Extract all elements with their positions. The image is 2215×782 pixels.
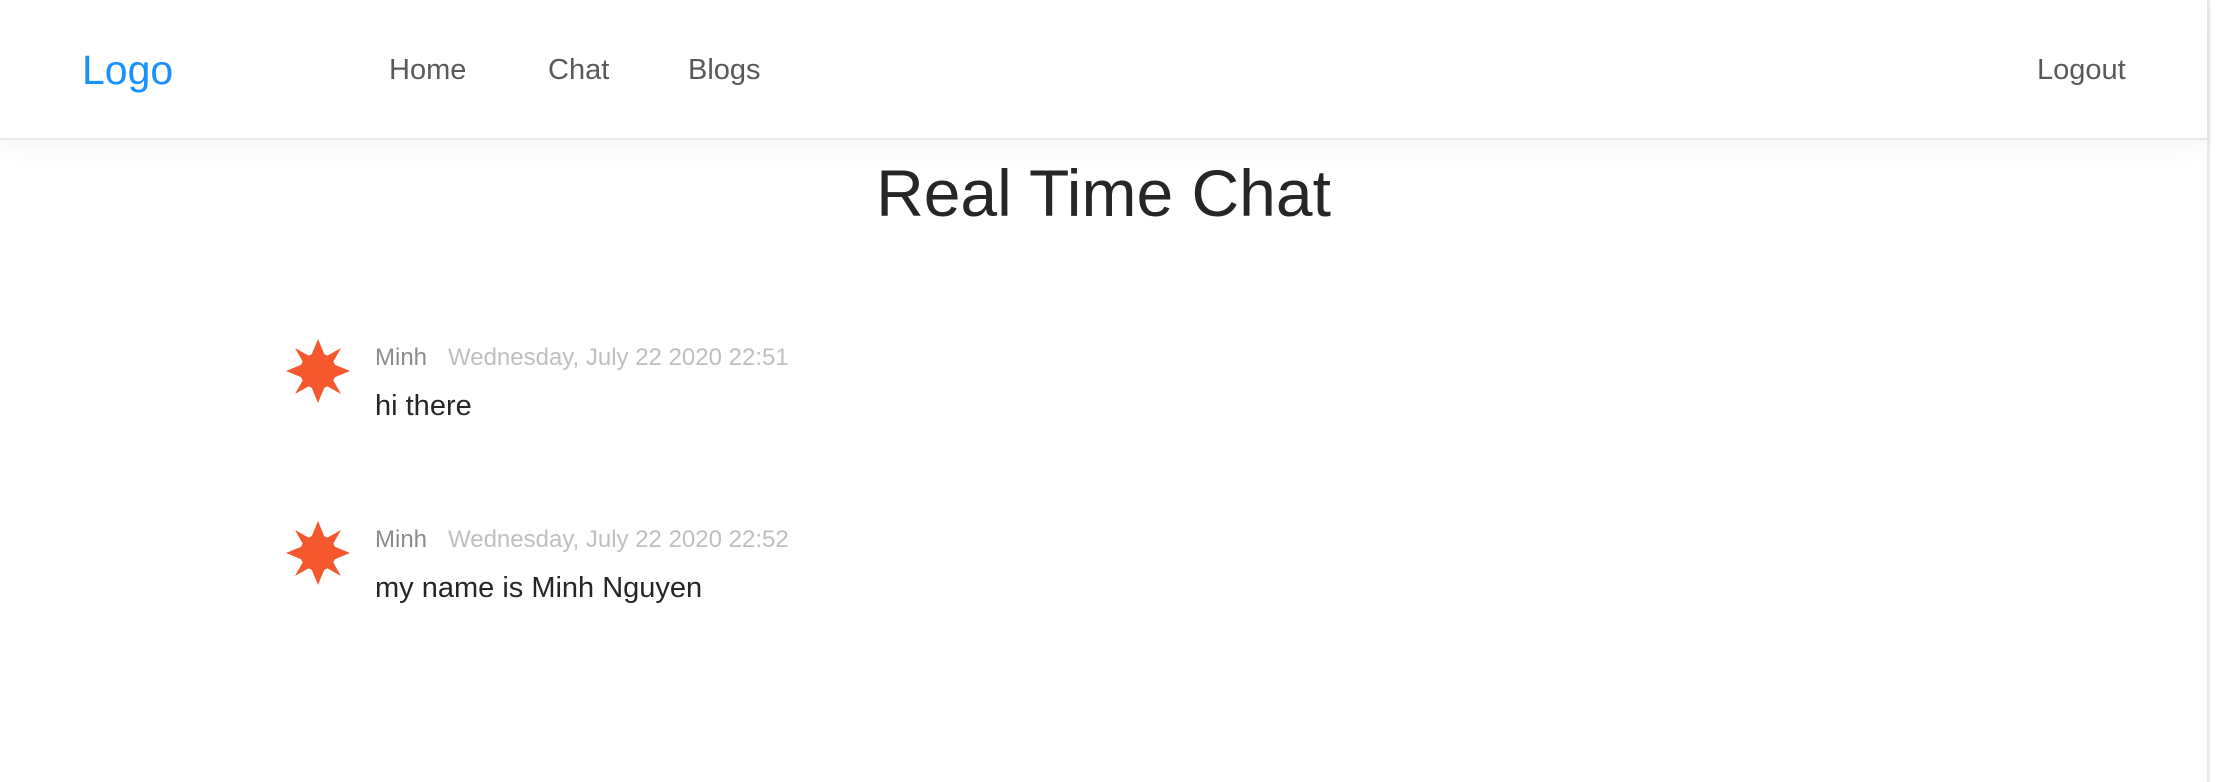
logout-button[interactable]: Logout [2037, 50, 2126, 90]
nav-item-chat[interactable]: Chat [548, 50, 609, 90]
message-timestamp: Wednesday, July 22 2020 22:51 [448, 344, 789, 371]
message-author: Minh [375, 344, 428, 371]
avatar-sun-icon [286, 521, 350, 585]
logo-link[interactable]: Logo [82, 44, 173, 96]
message-content: my name is Minh Nguyen [375, 572, 703, 604]
page-title: Real Time Chat [876, 156, 1331, 230]
avatar-icon[interactable] [285, 520, 351, 586]
nav-item-blogs[interactable]: Blogs [688, 50, 761, 90]
top-navbar: Logo Home Chat Blogs Logout [0, 0, 2207, 140]
chat-message: Minh Wednesday, July 22 2020 22:51 hi th… [285, 336, 1485, 456]
chat-message: Minh Wednesday, July 22 2020 22:52 my na… [285, 518, 1485, 638]
message-author: Minh [375, 526, 428, 553]
nav-item-home[interactable]: Home [389, 50, 466, 90]
chat-page: Logo Home Chat Blogs Logout Real Time Ch… [0, 0, 2215, 782]
scrollbar-track[interactable] [2207, 0, 2210, 782]
avatar-icon[interactable] [285, 338, 351, 404]
avatar-sun-icon [286, 339, 350, 403]
message-timestamp: Wednesday, July 22 2020 22:52 [448, 526, 789, 553]
message-content: hi there [375, 390, 472, 422]
